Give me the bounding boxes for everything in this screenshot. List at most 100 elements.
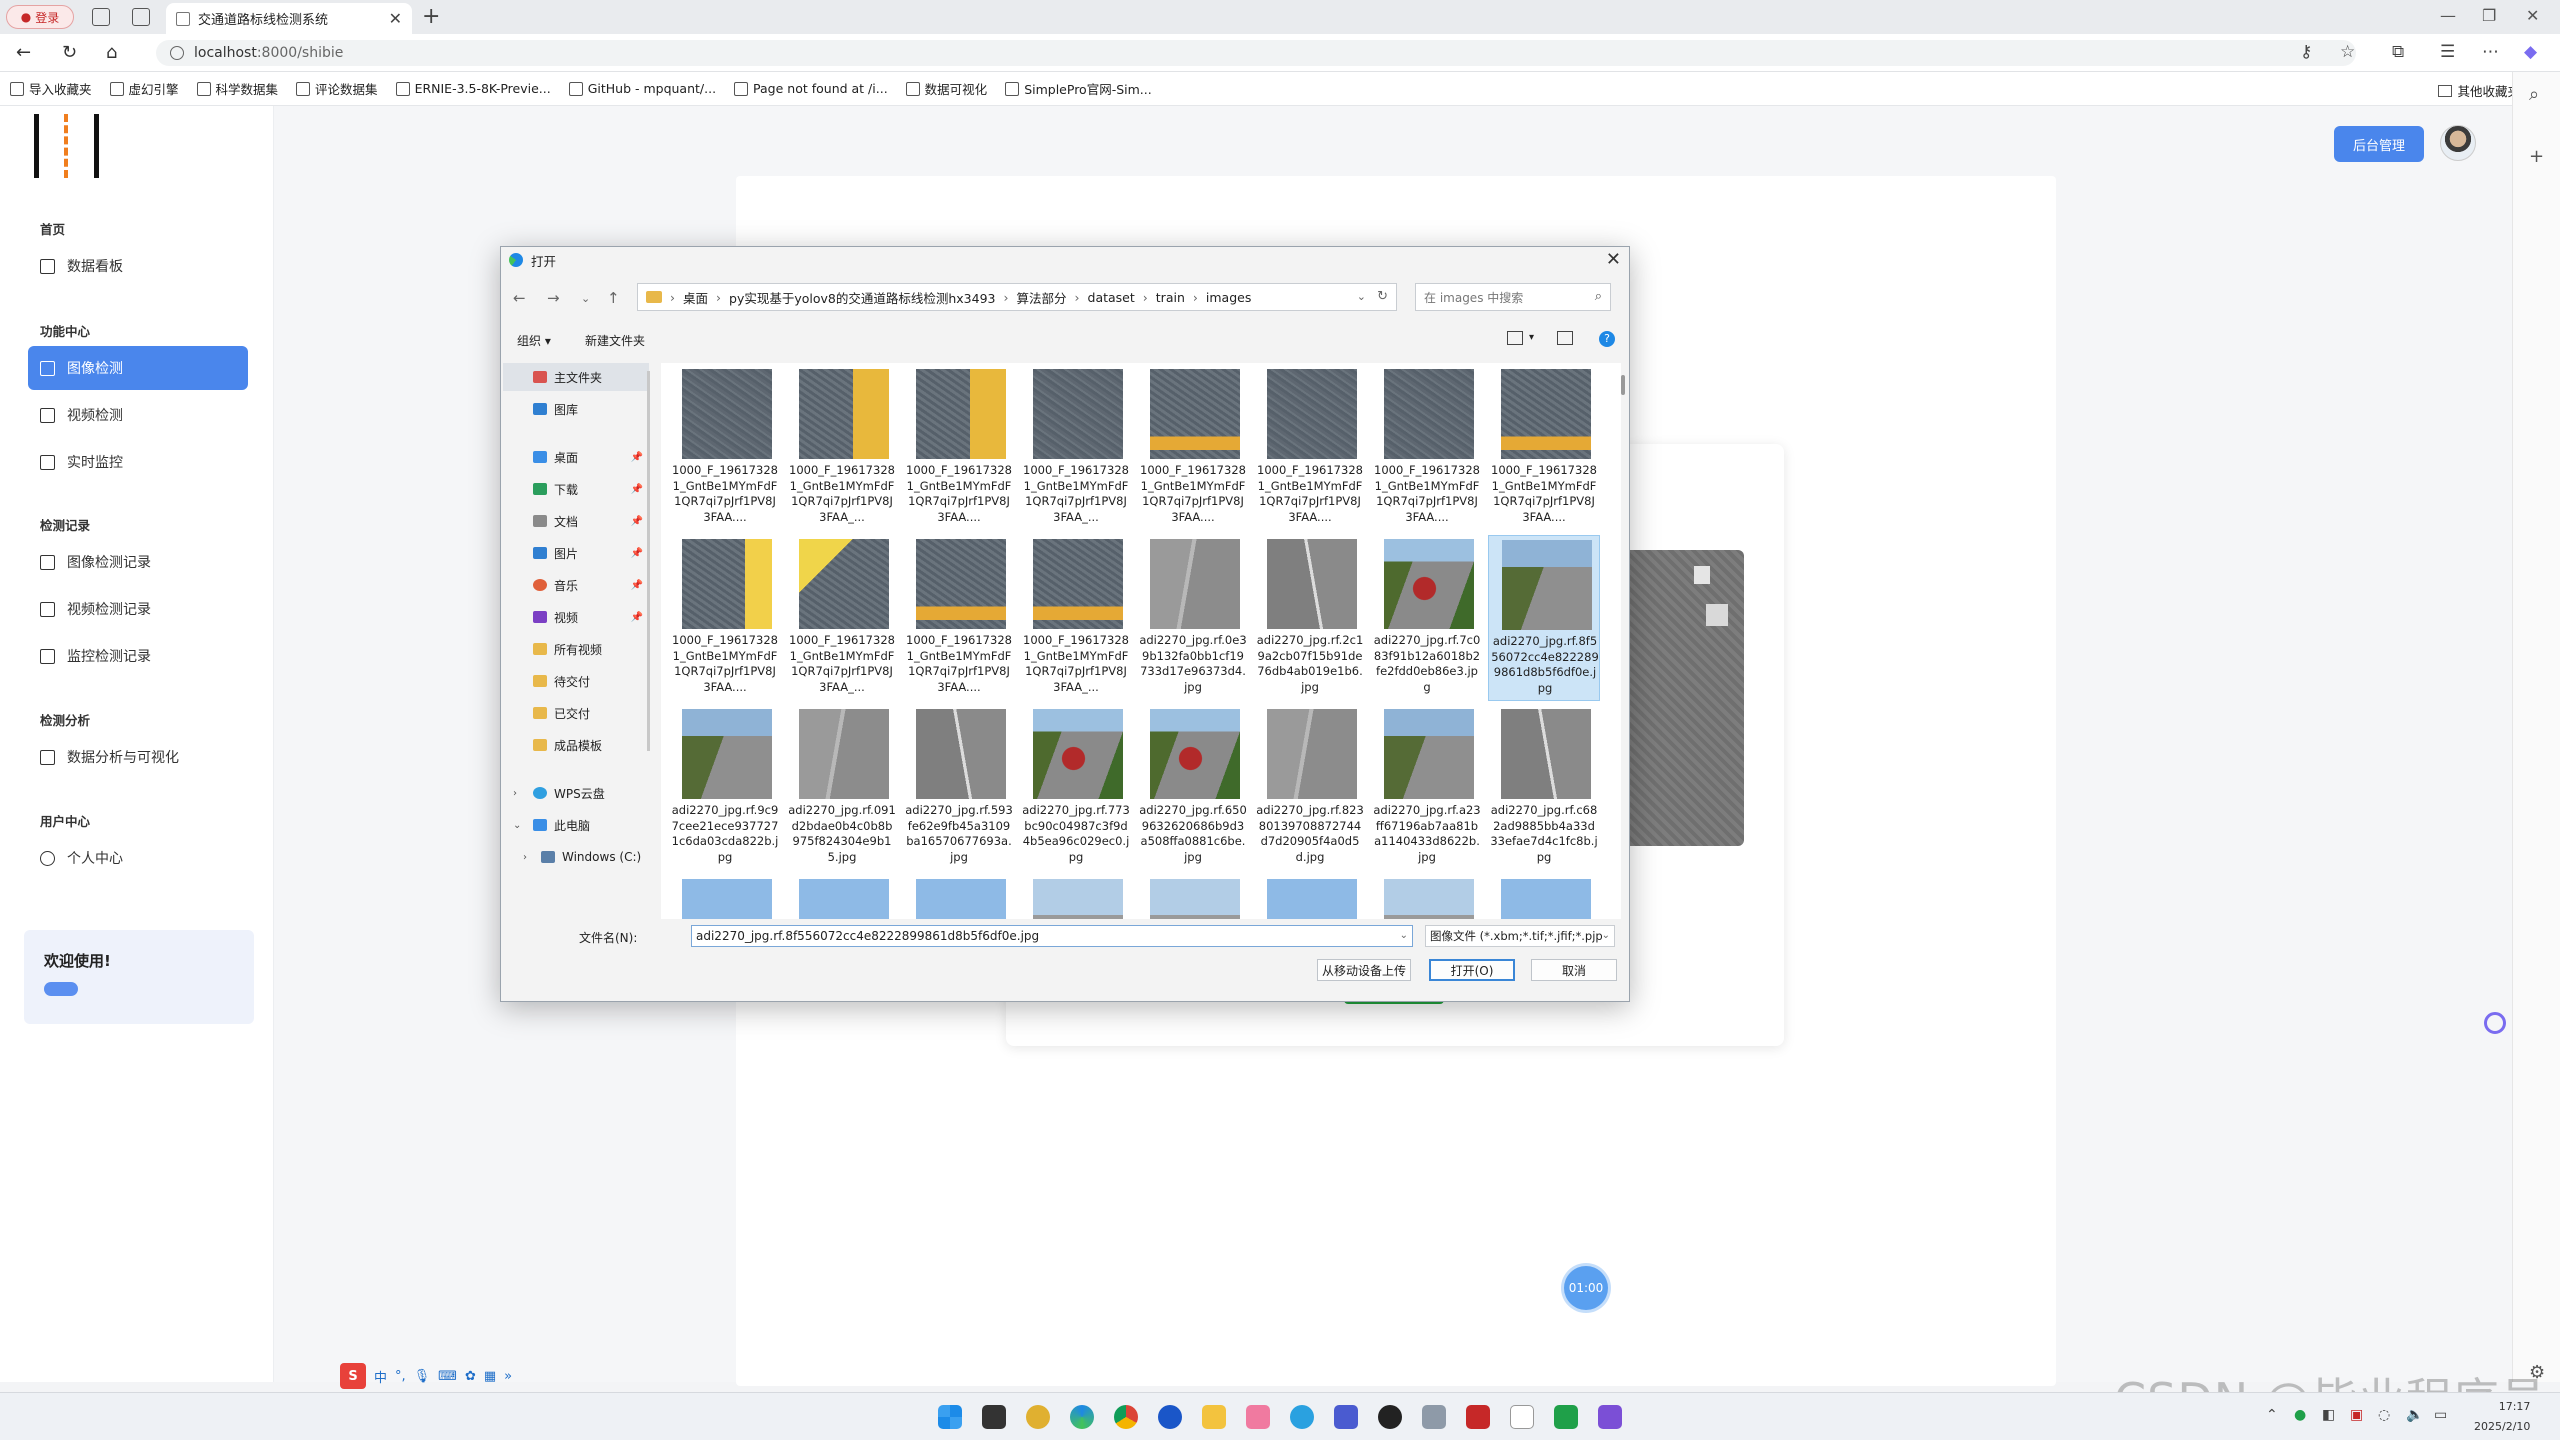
pin-icon[interactable]: 📌 bbox=[631, 580, 643, 591]
nav-item[interactable]: 图库 bbox=[503, 395, 649, 423]
file-explorer-icon[interactable] bbox=[1202, 1405, 1226, 1429]
edge-taskbar-icon[interactable] bbox=[1070, 1405, 1094, 1429]
file-item[interactable]: 1000_F_196173281_GntBe1MYmFdF1QR7qi7pJrf… bbox=[903, 535, 1015, 701]
battery-icon[interactable]: ▭ bbox=[2434, 1407, 2447, 1423]
volume-icon[interactable]: 🔈 bbox=[2406, 1407, 2423, 1423]
preview-pane-icon[interactable] bbox=[1557, 331, 1573, 345]
sogou-ime-icon[interactable]: S bbox=[340, 1363, 366, 1389]
file-item[interactable]: 1000_F_196173281_GntBe1MYmFdF1QR7qi7pJrf… bbox=[669, 535, 781, 701]
refresh-icon[interactable]: ↻ bbox=[1377, 289, 1388, 304]
sidebar-item-analysis[interactable]: 数据分析与可视化 bbox=[28, 735, 248, 779]
back-icon[interactable]: ← bbox=[16, 42, 31, 63]
recent-dropdown-icon[interactable]: ⌄ bbox=[581, 292, 590, 305]
tray-network-icon[interactable]: ◌ bbox=[2378, 1407, 2390, 1423]
chevron-down-icon[interactable]: ⌄ bbox=[1400, 926, 1408, 946]
file-item[interactable] bbox=[786, 875, 898, 919]
file-item[interactable] bbox=[903, 875, 1015, 919]
text-editor-icon[interactable] bbox=[1510, 1405, 1534, 1429]
file-item[interactable] bbox=[1254, 875, 1366, 919]
key-icon[interactable]: ⚷ bbox=[2300, 42, 2312, 62]
up-icon[interactable]: ↑ bbox=[607, 289, 620, 307]
file-item[interactable]: 1000_F_196173281_GntBe1MYmFdF1QR7qi7pJrf… bbox=[1371, 365, 1483, 531]
open-button[interactable]: 打开(O) bbox=[1429, 959, 1515, 981]
app-purple-icon[interactable] bbox=[1334, 1405, 1358, 1429]
sidebar-item-video-records[interactable]: 视频检测记录 bbox=[28, 587, 248, 631]
sidebar-item-live-monitor[interactable]: 实时监控 bbox=[28, 440, 248, 484]
bookmark-item[interactable]: SimplePro官网-Sim... bbox=[1005, 79, 1152, 98]
file-item[interactable] bbox=[1488, 875, 1600, 919]
ime-more-icon[interactable]: » bbox=[504, 1369, 512, 1384]
dialog-close-icon[interactable]: ✕ bbox=[1606, 249, 1621, 270]
file-item[interactable]: adi2270_jpg.rf.82380139708872744d7d20905… bbox=[1254, 705, 1366, 871]
avatar[interactable] bbox=[2440, 125, 2476, 161]
window-close-icon[interactable]: ✕ bbox=[2526, 6, 2539, 25]
search-input[interactable]: 在 images 中搜索 ⌕ bbox=[1415, 283, 1611, 311]
app-red-icon[interactable] bbox=[1466, 1405, 1490, 1429]
app-shield-icon[interactable] bbox=[1026, 1405, 1050, 1429]
nav-item[interactable]: › Windows (C:) bbox=[503, 843, 649, 871]
more-menu-icon[interactable]: ⋯ bbox=[2482, 42, 2499, 62]
bookmark-item[interactable]: GitHub - mpquant/... bbox=[568, 81, 716, 96]
help-icon[interactable]: ? bbox=[1599, 331, 1615, 347]
file-item[interactable] bbox=[669, 875, 781, 919]
view-dropdown-icon[interactable]: ▾ bbox=[1529, 332, 1534, 343]
pin-icon[interactable]: 📌 bbox=[631, 516, 643, 527]
file-item[interactable]: adi2270_jpg.rf.a23ff67196ab7aa81ba114043… bbox=[1371, 705, 1483, 871]
settings-app-icon[interactable] bbox=[1422, 1405, 1446, 1429]
file-item[interactable]: adi2270_jpg.rf.9c97cee21ece9377271c6da03… bbox=[669, 705, 781, 871]
tray-red-icon[interactable]: ▣ bbox=[2350, 1407, 2363, 1423]
breadcrumb-item[interactable]: dataset bbox=[1088, 290, 1135, 305]
file-item[interactable]: adi2270_jpg.rf.7c083f91b12a6018b2fe2fdd0… bbox=[1371, 535, 1483, 701]
toolbox-icon[interactable]: ▦ bbox=[484, 1369, 496, 1384]
filetype-select[interactable]: 图像文件 (*.xbm;*.tif;*.jfif;*.pjp ⌄ bbox=[1425, 925, 1615, 947]
site-info-icon[interactable] bbox=[170, 46, 184, 60]
reload-icon[interactable]: ↻ bbox=[62, 42, 77, 63]
nav-item[interactable]: 成品模板 bbox=[503, 731, 649, 759]
bookmark-item[interactable]: 科学数据集 bbox=[196, 79, 278, 98]
nav-item[interactable]: 所有视频 bbox=[503, 635, 649, 663]
chrome-icon[interactable] bbox=[1114, 1405, 1138, 1429]
app-pink-icon[interactable] bbox=[1246, 1405, 1270, 1429]
file-item[interactable] bbox=[1137, 875, 1249, 919]
punctuation-icon[interactable]: °, bbox=[395, 1369, 406, 1384]
nav-item[interactable]: 视频 📌 bbox=[503, 603, 649, 631]
bookmark-item[interactable]: Page not found at /i... bbox=[734, 81, 888, 96]
task-view-icon[interactable] bbox=[982, 1405, 1006, 1429]
sidebar-item-image-records[interactable]: 图像检测记录 bbox=[28, 540, 248, 584]
favorite-star-icon[interactable]: ☆ bbox=[2340, 42, 2355, 62]
nav-item[interactable]: 下载 📌 bbox=[503, 475, 649, 503]
view-options-icon[interactable] bbox=[1507, 331, 1523, 345]
nav-item[interactable]: 已交付 bbox=[503, 699, 649, 727]
sidebar-item-video-detection[interactable]: 视频检测 bbox=[28, 393, 248, 437]
app-blue-icon[interactable] bbox=[1290, 1405, 1314, 1429]
tray-sogou-icon[interactable]: ◧ bbox=[2322, 1407, 2335, 1423]
tray-chevron-icon[interactable]: ⌃ bbox=[2266, 1407, 2278, 1423]
nav-item[interactable]: 桌面 📌 bbox=[503, 443, 649, 471]
file-item[interactable]: 1000_F_196173281_GntBe1MYmFdF1QR7qi7pJrf… bbox=[786, 365, 898, 531]
nav-item[interactable]: 音乐 📌 bbox=[503, 571, 649, 599]
file-item[interactable]: 1000_F_196173281_GntBe1MYmFdF1QR7qi7pJrf… bbox=[903, 365, 1015, 531]
tray-clock[interactable]: 17:17 2025/2/10 bbox=[2474, 1397, 2530, 1437]
add-icon[interactable]: + bbox=[2529, 146, 2544, 167]
profile-button[interactable]: ● 登录 bbox=[6, 5, 74, 29]
admin-button[interactable]: 后台管理 bbox=[2334, 126, 2424, 162]
nav-item[interactable]: ⌄ 此电脑 bbox=[503, 811, 649, 839]
search-icon[interactable]: ⌕ bbox=[2529, 84, 2539, 105]
workspaces-icon[interactable] bbox=[92, 8, 110, 26]
chevron-right-icon[interactable]: › bbox=[523, 852, 527, 863]
pycharm-icon[interactable] bbox=[1554, 1405, 1578, 1429]
cancel-button[interactable]: 取消 bbox=[1531, 959, 1617, 981]
copilot-icon[interactable]: ◆ bbox=[2524, 42, 2537, 62]
new-folder-button[interactable]: 新建文件夹 bbox=[585, 332, 645, 349]
file-item[interactable]: adi2270_jpg.rf.773bc90c04987c3f9d4b5ea96… bbox=[1020, 705, 1132, 871]
timer-badge[interactable]: 01:00 bbox=[1564, 1266, 1608, 1310]
pin-icon[interactable]: 📌 bbox=[631, 452, 643, 463]
pin-icon[interactable]: 📌 bbox=[631, 484, 643, 495]
file-item[interactable] bbox=[1371, 875, 1483, 919]
file-item[interactable]: 1000_F_196173281_GntBe1MYmFdF1QR7qi7pJrf… bbox=[1020, 365, 1132, 531]
nav-item[interactable]: 文档 📌 bbox=[503, 507, 649, 535]
filename-input[interactable]: adi2270_jpg.rf.8f556072cc4e8222899861d8b… bbox=[691, 925, 1413, 947]
chevron-down-icon[interactable]: ⌄ bbox=[1357, 290, 1366, 303]
sidebar-item-monitor-records[interactable]: 监控检测记录 bbox=[28, 634, 248, 678]
favorites-icon[interactable]: ☰ bbox=[2440, 42, 2455, 62]
